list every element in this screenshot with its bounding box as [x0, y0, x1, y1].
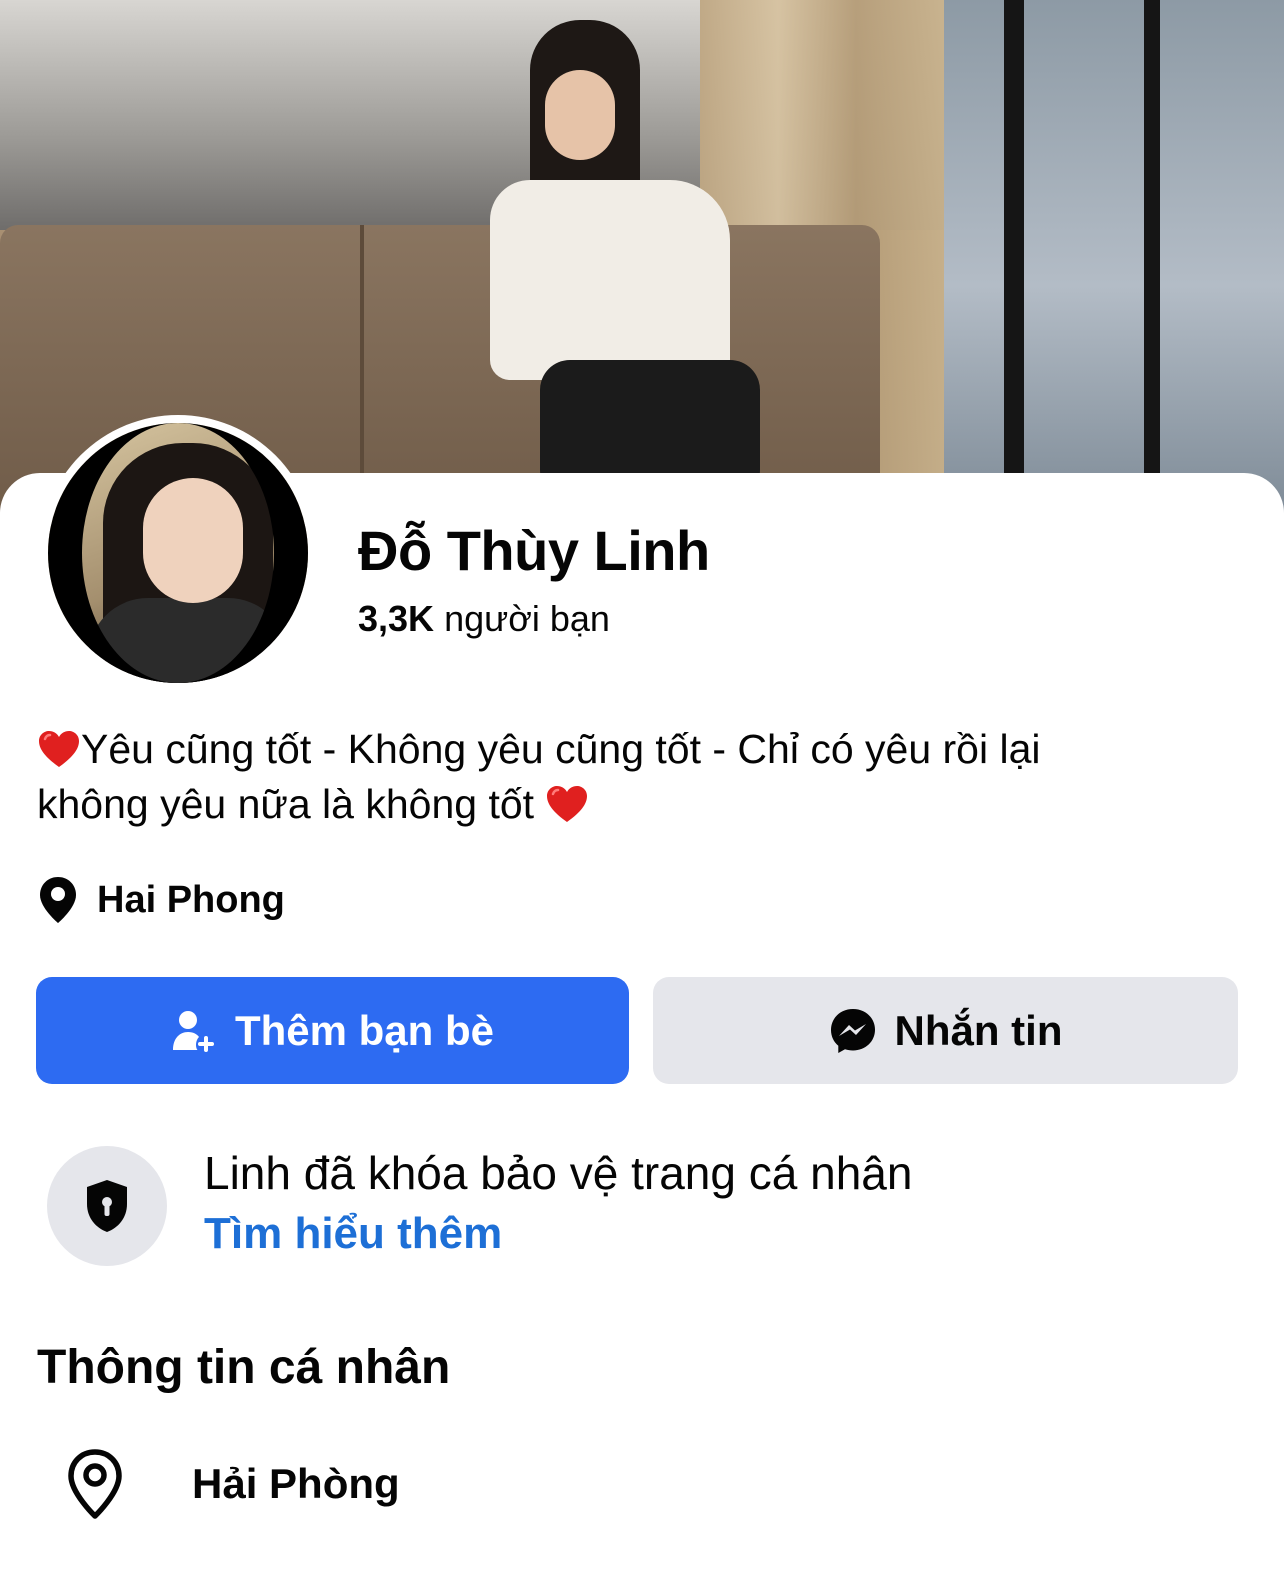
location-text: Hai Phong [97, 878, 285, 921]
bio-line-1: Yêu cũng tốt - Không yêu cũng tốt - Chỉ … [81, 726, 1041, 772]
profile-name: Đỗ Thùy Linh [358, 519, 710, 582]
location-row: Hai Phong [37, 875, 285, 925]
heart-icon [545, 783, 589, 823]
cover-window [944, 0, 1284, 520]
avatar[interactable] [40, 415, 316, 691]
messenger-icon [830, 1008, 875, 1053]
friends-count[interactable]: 3,3K người bạn [358, 598, 610, 640]
section-title-about: Thông tin cá nhân [37, 1341, 451, 1394]
avatar-photo [48, 423, 308, 683]
shield-lock-icon [87, 1180, 127, 1232]
friends-count-label: người bạn [444, 598, 610, 639]
add-friend-button[interactable]: Thêm bạn bè [36, 977, 629, 1084]
hometown-row: Hải Phòng [66, 1448, 400, 1520]
message-label: Nhắn tin [894, 1006, 1063, 1054]
add-person-icon [172, 1010, 214, 1052]
hometown-text: Hải Phòng [192, 1460, 400, 1507]
profile-bio: Yêu cũng tốt - Không yêu cũng tốt - Chỉ … [37, 722, 1247, 832]
add-friend-label: Thêm bạn bè [234, 1006, 495, 1054]
bio-line-2: không yêu nữa là không tốt [37, 781, 535, 827]
map-pin-icon [40, 877, 76, 923]
lock-notice-title: Linh đã khóa bảo vệ trang cá nhân [204, 1147, 913, 1199]
lock-badge [47, 1146, 167, 1266]
friends-count-value: 3,3K [358, 598, 435, 639]
heart-icon [37, 728, 81, 768]
cover-person [430, 20, 790, 500]
map-pin-outline-icon [68, 1449, 122, 1519]
learn-more-link[interactable]: Tìm hiểu thêm [204, 1209, 502, 1259]
message-button[interactable]: Nhắn tin [653, 977, 1238, 1084]
